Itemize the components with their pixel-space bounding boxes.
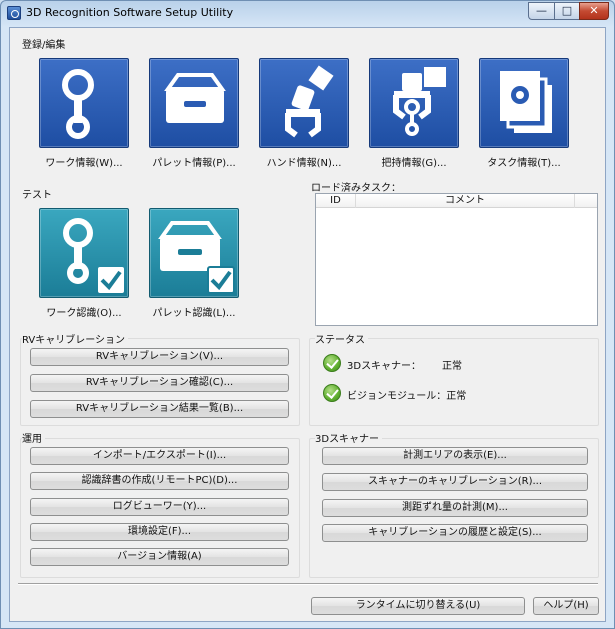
calibration-history-button[interactable]: キャリブレーションの履歴と設定(S)... [322,524,588,542]
vision-module-ok-icon [323,384,341,402]
maximize-icon: □ [561,4,573,17]
rv-calibration-title: RVキャリブレーション [22,331,129,346]
scanner-title: 3Dスキャナー [315,430,383,445]
workpiece-check-icon [63,218,124,293]
switch-to-runtime-button[interactable]: ランタイムに切り替える(U) [311,597,525,615]
column-header-comment[interactable]: コメント [356,194,575,208]
footer-separator [18,583,598,585]
operation-title: 運用 [22,430,45,445]
status-group [309,338,599,426]
rv-calibration-results-button[interactable]: RVキャリブレーション結果一覧(B)... [30,400,289,418]
workpiece-recognition-tile[interactable] [39,208,129,298]
create-dictionary-button[interactable]: 認識辞書の作成(リモートPC)(D)... [30,472,289,490]
close-button[interactable]: ✕ [579,2,609,20]
minimize-button[interactable]: — [528,2,555,20]
pallet-info-tile[interactable] [149,58,239,148]
workpiece-info-tile[interactable] [39,58,129,148]
task-info-label: タスク情報(T)... [487,158,561,169]
hand-info-label: ハンド情報(N)... [266,158,342,169]
version-info-button[interactable]: バージョン情報(A) [30,548,289,566]
workpiece-info-label: ワーク情報(W)... [45,158,123,169]
scanner-status-label: 3Dスキャナー： [347,361,422,372]
workpiece-recognition-label: ワーク認識(O)... [46,308,122,319]
scanner-calibration-button[interactable]: スキャナーのキャリブレーション(R)... [322,473,588,491]
environment-settings-button[interactable]: 環境設定(F)... [30,523,289,541]
scanner-ok-icon [323,354,341,372]
grip-info-label: 把持情報(G)... [381,158,447,169]
column-header-id[interactable]: ID [316,194,356,208]
client-area: 登録/編集 ワーク情報(W)... パレット情報(P)... ハンド情報(N).… [9,27,606,622]
pallet-check-icon [158,221,235,294]
test-title: テスト [22,190,52,201]
scanner-status-value: 正常 [442,361,462,372]
status-title: ステータス [315,331,368,346]
main-window: 3D Recognition Software Setup Utility — … [0,0,615,629]
grip-icon [393,67,446,136]
rv-calibration-check-button[interactable]: RVキャリブレーション確認(C)... [30,374,289,392]
distance-offset-button[interactable]: 測距ずれ量の計測(M)... [322,499,588,517]
pallet-icon [164,73,226,123]
loaded-tasks-title: ロード済みタスク： [311,183,401,194]
minimize-icon: — [536,4,547,17]
loaded-tasks-list[interactable]: ID コメント [315,193,598,326]
vision-module-status-label: ビジョンモジュール：正常 [347,391,467,402]
grip-info-tile[interactable] [369,58,459,148]
window-title: 3D Recognition Software Setup Utility [26,6,234,19]
pallet-info-label: パレット情報(P)... [152,158,236,169]
task-info-tile[interactable] [479,58,569,148]
log-viewer-button[interactable]: ログビューワー(Y)... [30,498,289,516]
import-export-button[interactable]: インポート/エクスポート(I)... [30,447,289,465]
hand-info-tile[interactable] [259,58,349,148]
measurement-area-button[interactable]: 計測エリアの表示(E)... [322,447,588,465]
close-icon: ✕ [589,4,599,17]
maximize-button[interactable]: □ [554,2,580,20]
hand-icon [285,65,334,138]
register-edit-title: 登録/編集 [22,40,66,51]
task-icon [500,71,552,133]
help-button[interactable]: ヘルプ(H) [533,597,599,615]
rv-calibration-button[interactable]: RVキャリブレーション(V)... [30,348,289,366]
title-bar[interactable]: 3D Recognition Software Setup Utility — … [1,1,614,27]
pallet-recognition-tile[interactable] [149,208,239,298]
app-icon[interactable] [7,6,21,20]
list-header: ID コメント [316,194,597,208]
pallet-recognition-label: パレット認識(L)... [152,308,236,319]
workpiece-icon [62,69,94,139]
